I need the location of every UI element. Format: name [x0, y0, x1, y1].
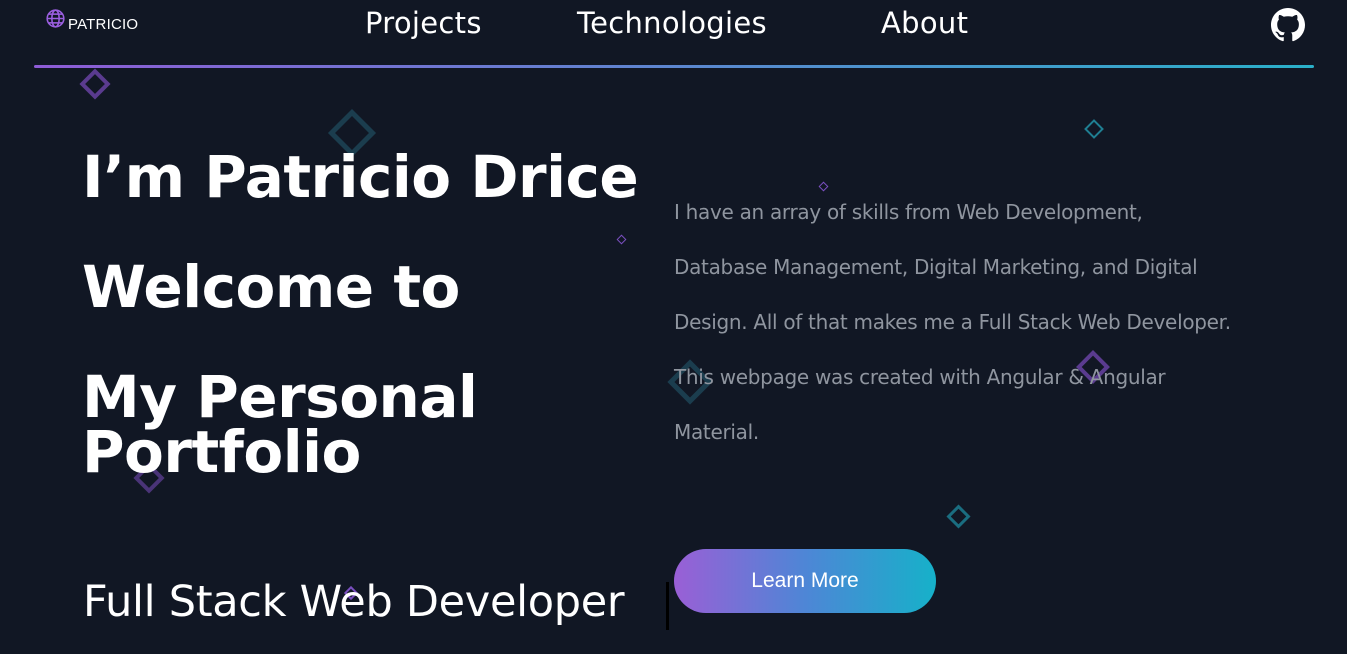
hero-title-line-2: Welcome to — [82, 253, 460, 321]
nav-projects-link[interactable]: Projects — [365, 6, 482, 40]
logo-link[interactable]: PATRICIO — [45, 9, 139, 33]
github-icon — [1271, 8, 1305, 42]
typing-cursor — [666, 582, 669, 630]
hero-title-line-1: I’m Patricio Drice — [82, 143, 639, 211]
hero-title: I’m Patricio Drice Welcome to My Persona… — [82, 143, 639, 486]
globe-icon — [46, 9, 65, 28]
learn-more-button[interactable]: Learn More — [674, 549, 936, 613]
nav-technologies-link[interactable]: Technologies — [577, 6, 767, 40]
decor-diamond — [1084, 119, 1104, 139]
logo-text: PATRICIO — [68, 16, 139, 33]
nav-about-link[interactable]: About — [881, 6, 968, 40]
hero-description: I have an array of skills from Web Devel… — [674, 200, 1231, 444]
hero-subtitle: Full Stack Web Developer — [83, 577, 625, 627]
header-divider — [34, 65, 1314, 68]
github-link[interactable] — [1271, 8, 1305, 42]
hero-title-line-3: My Personal Portfolio — [82, 363, 478, 486]
decor-diamond — [79, 68, 111, 100]
site-header: PATRICIO Projects Technologies About — [0, 0, 1347, 68]
decor-diamond — [946, 504, 971, 529]
